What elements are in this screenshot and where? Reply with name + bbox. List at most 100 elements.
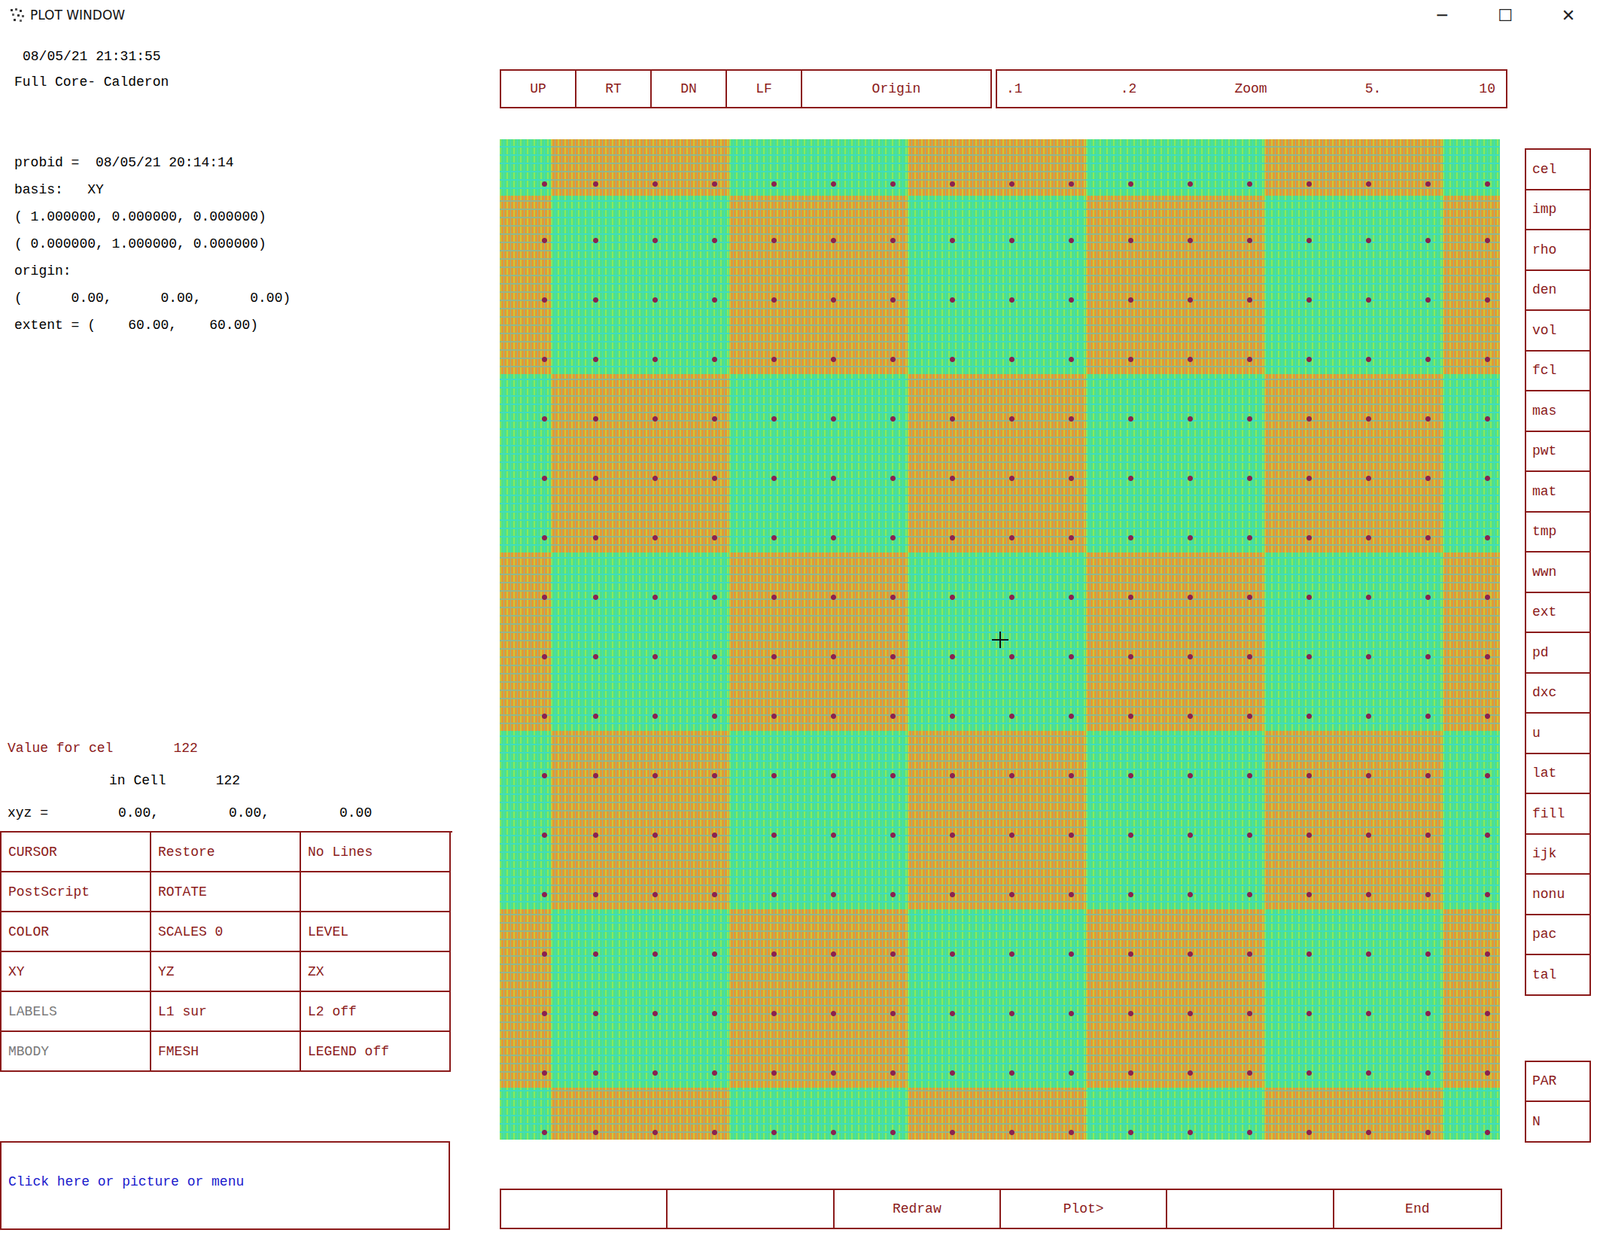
prompt-box[interactable]: Click here or picture or menu [0,1140,451,1230]
command-button[interactable]: LABELS [1,991,152,1032]
extra-button[interactable]: N [1524,1101,1591,1143]
fuel-assembly [729,552,908,731]
command-button[interactable]: L2 off [301,991,451,1032]
quantity-button[interactable]: mas [1524,391,1591,432]
command-button[interactable]: CURSOR [1,832,152,873]
bottom-button[interactable]: Plot> [1000,1189,1168,1228]
fuel-assembly [499,909,551,1088]
command-button[interactable] [301,872,451,913]
quantity-button[interactable]: den [1524,270,1591,312]
title-bar: PLOT WINDOW ─☐✕ [0,0,1600,31]
navigation-bar: UPRTDNLFOrigin .1 .2 Zoom 5. 10 [499,69,1508,109]
info-line: ( 1.000000, 0.000000, 0.000000) [14,203,451,231]
bottom-button[interactable] [667,1189,834,1228]
quantity-button[interactable]: mat [1524,471,1591,513]
info-line: origin: [14,257,451,285]
info-line: basis: XY [14,176,451,204]
fuel-assembly [550,909,730,1088]
fuel-assembly [1264,139,1443,196]
info-line: probid = 08/05/21 20:14:14 [14,149,451,177]
quantity-button[interactable]: wwn [1524,552,1591,594]
extra-button[interactable]: PAR [1524,1061,1591,1103]
pan-button[interactable]: UP [501,70,577,107]
fuel-assembly [1442,909,1500,1088]
command-button[interactable]: ROTATE [151,872,302,913]
fuel-assembly [729,909,908,1088]
timestamp: 08/05/21 21:31:55 [0,45,451,68]
quantity-button[interactable]: rho [1524,230,1591,271]
command-button[interactable]: LEGEND off [301,1031,451,1072]
xyz-readout: xyz =0.00,0.00,0.00 [0,797,451,828]
plot-window: PLOT WINDOW ─☐✕ 08/05/21 21:31:55Full Core… [0,0,1600,1239]
quantity-list: celimprhodenvolfclmaspwtmattmpwwnextpddx… [1524,148,1591,996]
bottom-button[interactable]: Redraw [834,1189,1001,1228]
quantity-button[interactable]: pac [1524,915,1591,956]
quantity-button[interactable]: ext [1524,593,1591,634]
fuel-assembly [1085,730,1265,910]
zoom-option[interactable]: 5. [1365,81,1382,97]
quantity-button[interactable]: lat [1524,754,1591,795]
quantity-button[interactable]: imp [1524,190,1591,232]
quantity-button[interactable]: fcl [1524,351,1591,393]
zoom-option[interactable]: Zoom [1234,81,1267,97]
command-button[interactable]: No Lines [301,832,451,873]
command-button[interactable]: MBODY [1,1031,152,1072]
bottom-button[interactable]: End [1334,1189,1501,1228]
fuel-assembly [550,374,730,553]
quantity-button[interactable]: pwt [1524,431,1591,473]
quantity-button[interactable]: u [1524,713,1591,755]
fuel-assembly [1085,1087,1265,1140]
geometry-plot[interactable] [499,139,1500,1140]
fuel-assembly [907,374,1086,553]
pan-button[interactable]: LF [726,70,803,107]
plot-column: UPRTDNLFOrigin .1 .2 Zoom 5. 10 RedrawPlot> End [499,30,1508,1239]
fuel-assembly [499,730,551,910]
quantity-button[interactable]: tal [1524,955,1591,996]
quantity-button[interactable]: cel [1524,149,1591,191]
quantity-button[interactable]: dxc [1524,673,1591,715]
fuel-assembly [550,139,730,196]
command-button[interactable]: XY [1,952,152,992]
command-button[interactable]: L1 sur [151,991,302,1032]
bottom-button[interactable] [1167,1189,1334,1228]
command-button[interactable]: FMESH [151,1031,302,1072]
zoom-option[interactable]: 10 [1478,81,1496,97]
main-area: 08/05/21 21:31:55Full Core- Calderon prob… [0,30,1600,1239]
fuel-assembly [1442,552,1500,731]
bottom-button[interactable] [501,1189,668,1228]
quantity-button[interactable]: nonu [1524,874,1591,916]
fuel-assembly [1264,1087,1443,1140]
left-panel: 08/05/21 21:31:55Full Core- Calderon prob… [0,30,451,1239]
fuel-assembly [1264,374,1443,553]
zoom-option[interactable]: .1 [1006,81,1023,97]
info-line: ( 0.00, 0.00, 0.00) [14,284,451,312]
window-control-button[interactable]: ☐ [1473,0,1537,31]
command-button[interactable]: PostScript [1,872,152,913]
window-control-button[interactable]: ✕ [1536,0,1600,31]
command-button[interactable]: YZ [151,952,302,992]
fuel-assembly [1442,1087,1500,1140]
crosshair-icon [991,631,1009,648]
value-readout: Value for cel122 [0,733,451,764]
fuel-assembly [1085,139,1265,196]
command-grid: CURSORRestoreNo Lines PostScriptROTATECOL… [0,830,453,1072]
window-control-button[interactable]: ─ [1410,0,1474,31]
quantity-button[interactable]: fill [1524,793,1591,835]
quantity-button[interactable]: tmp [1524,512,1591,554]
zoom-option[interactable]: .2 [1120,81,1138,97]
pan-button[interactable]: DN [651,70,727,107]
pan-button[interactable]: Origin [802,70,991,107]
command-button[interactable]: LEVEL [301,912,451,953]
quantity-button[interactable]: pd [1524,632,1591,674]
command-button[interactable]: Restore [151,832,302,873]
fuel-assembly [499,552,551,731]
command-button[interactable]: COLOR [1,912,152,953]
command-button[interactable]: SCALES 0 [151,912,302,953]
quantity-button[interactable]: ijk [1524,834,1591,876]
command-button[interactable]: ZX [301,952,451,992]
pan-button[interactable]: RT [576,70,652,107]
quantity-button[interactable]: vol [1524,310,1591,352]
zoom-slider[interactable]: .1 .2 Zoom 5. 10 [995,69,1508,109]
plot-title: Full Core- Calderon [0,67,451,97]
window-title: PLOT WINDOW [30,7,125,23]
